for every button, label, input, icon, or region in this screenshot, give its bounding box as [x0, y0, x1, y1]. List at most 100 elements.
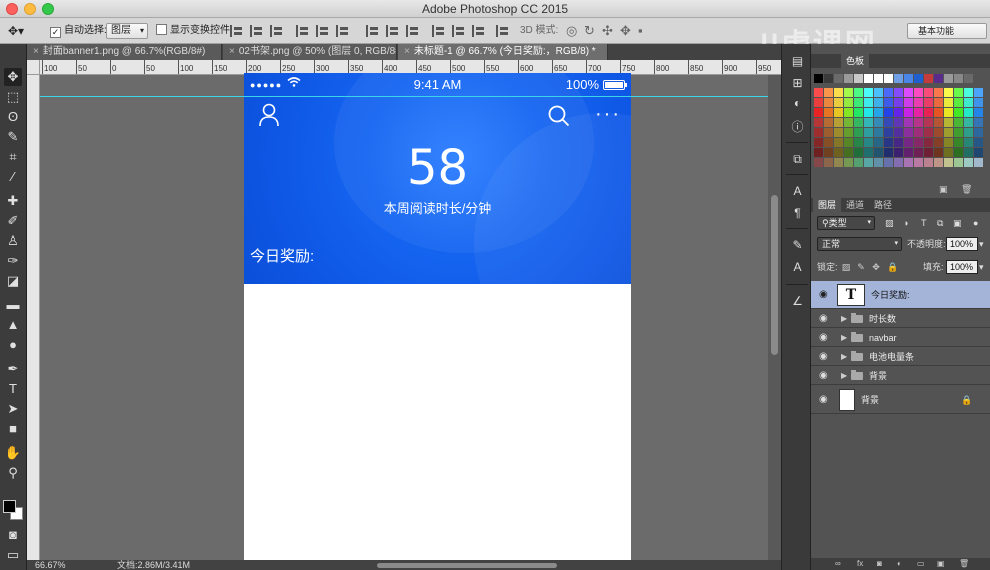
paragraph-panel-icon[interactable]: ¶ [790, 206, 805, 221]
swatch[interactable] [844, 158, 853, 167]
swatch[interactable] [874, 128, 883, 137]
swatch[interactable] [854, 108, 863, 117]
distribute-bottom-icon[interactable] [406, 25, 419, 37]
marquee-tool-icon[interactable]: ⬚ [4, 88, 22, 106]
swatch[interactable] [844, 88, 853, 97]
brush-presets-icon[interactable]: ✎ [790, 238, 805, 253]
swatch[interactable] [934, 138, 943, 147]
align-right-icon[interactable] [270, 25, 283, 37]
swatch[interactable] [884, 98, 893, 107]
swatch[interactable] [894, 108, 903, 117]
vertical-ruler[interactable] [27, 75, 40, 560]
hand-tool-icon[interactable]: ✋ [4, 444, 22, 462]
swatch[interactable] [894, 118, 903, 127]
swatch[interactable] [924, 108, 933, 117]
blur-tool-icon[interactable]: ▲ [4, 316, 22, 334]
swatch[interactable] [884, 128, 893, 137]
adjustments-panel-icon[interactable]: ◐ [790, 96, 805, 111]
swatch[interactable] [904, 148, 913, 157]
blend-mode-dropdown[interactable]: 正常 ▾ [817, 237, 902, 251]
swatch[interactable] [974, 128, 983, 137]
opacity-field[interactable]: 100% [946, 237, 978, 251]
layer-row[interactable]: ◉ ▶ 背景 [811, 367, 990, 385]
swatch[interactable] [974, 138, 983, 147]
swatch[interactable] [884, 158, 893, 167]
move-tool-preset-icon[interactable]: ✥▾ [8, 23, 24, 39]
swatch[interactable] [834, 118, 843, 127]
swatch[interactable] [934, 74, 943, 83]
swatch[interactable] [824, 128, 833, 137]
swatch[interactable] [874, 108, 883, 117]
swatch[interactable] [864, 148, 873, 157]
swatch[interactable] [884, 148, 893, 157]
swatch[interactable] [854, 138, 863, 147]
swatch[interactable] [874, 148, 883, 157]
swatch[interactable] [864, 128, 873, 137]
swatch[interactable] [954, 158, 963, 167]
swatch[interactable] [934, 148, 943, 157]
swatch[interactable] [824, 158, 833, 167]
move-tool-icon[interactable]: ✥ [4, 68, 22, 86]
swatch[interactable] [874, 158, 883, 167]
eye-icon[interactable]: ◉ [819, 386, 828, 414]
auto-select-checkbox[interactable]: ✓ 自动选择: [50, 23, 107, 39]
swatch[interactable] [864, 108, 873, 117]
adjustment-layer-icon[interactable]: ◐ [897, 558, 902, 570]
swatch[interactable] [824, 98, 833, 107]
swatch[interactable] [864, 158, 873, 167]
more-icon[interactable]: ··· [595, 104, 621, 124]
swatch[interactable] [964, 128, 973, 137]
zoom-level[interactable]: 66.67% [35, 560, 66, 570]
scale-3d-icon[interactable]: ▪ [638, 23, 643, 39]
swatch[interactable] [854, 158, 863, 167]
swatch[interactable] [864, 138, 873, 147]
swatch[interactable] [874, 88, 883, 97]
pan-3d-icon[interactable]: ✣ [602, 23, 613, 39]
swatch[interactable] [894, 128, 903, 137]
fill-field[interactable]: 100% [946, 260, 978, 274]
swatch[interactable] [874, 118, 883, 127]
swatch[interactable] [884, 74, 893, 83]
type-tool-icon[interactable]: T [4, 380, 22, 398]
swatch[interactable] [844, 148, 853, 157]
tab-layers[interactable]: 图层 [813, 198, 842, 212]
close-icon[interactable]: × [229, 46, 235, 57]
swatch[interactable] [904, 98, 913, 107]
workspace-dropdown[interactable]: 基本功能 [907, 23, 987, 39]
swatch[interactable] [904, 74, 913, 83]
scrollbar-thumb[interactable] [771, 195, 778, 355]
lock-all-icon[interactable]: 🔒 [887, 262, 898, 272]
align-top-icon[interactable] [296, 25, 309, 37]
brush-tool-icon[interactable]: ✐ [4, 212, 22, 230]
tab-document-2[interactable]: × 02书架.png @ 50% (图层 0, RGB/8#) [223, 44, 397, 60]
swatch[interactable] [964, 88, 973, 97]
swatch[interactable] [914, 138, 923, 147]
swatch[interactable] [854, 98, 863, 107]
swatch[interactable] [974, 98, 983, 107]
layer-row[interactable]: ◉ ▶ 时长数 [811, 310, 990, 328]
swatch[interactable] [864, 88, 873, 97]
distribute-right-icon[interactable] [472, 25, 485, 37]
crop-tool-icon[interactable]: ⌗ [4, 148, 22, 166]
eye-icon[interactable]: ◉ [819, 348, 828, 366]
lock-image-icon[interactable]: ✎ [856, 262, 866, 272]
tab-swatches[interactable]: 色板 [841, 54, 870, 68]
distribute-left-icon[interactable] [432, 25, 445, 37]
swatch[interactable] [974, 158, 983, 167]
swatch[interactable] [964, 74, 973, 83]
tab-channels[interactable]: 通道 [841, 198, 869, 212]
swatch[interactable] [854, 74, 863, 83]
swatch[interactable] [844, 98, 853, 107]
swatch[interactable] [964, 118, 973, 127]
swatch[interactable] [874, 74, 883, 83]
swatch[interactable] [824, 118, 833, 127]
swatch[interactable] [954, 138, 963, 147]
info-panel-icon[interactable]: ⓘ [790, 120, 805, 135]
swatch[interactable] [964, 158, 973, 167]
swatch[interactable] [914, 108, 923, 117]
vertical-scrollbar[interactable] [768, 75, 781, 560]
screen-mode-icon[interactable]: ▭ [4, 546, 22, 564]
swatch[interactable] [824, 74, 833, 83]
swatch[interactable] [934, 128, 943, 137]
swatch[interactable] [954, 148, 963, 157]
